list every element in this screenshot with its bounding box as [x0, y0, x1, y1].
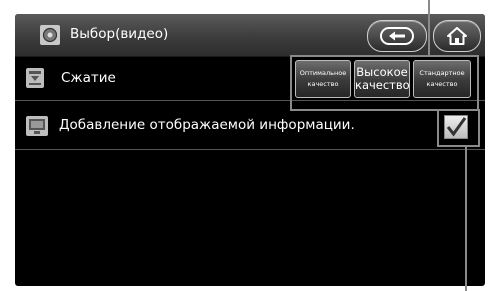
- back-arrow-icon: [380, 27, 414, 45]
- back-button[interactable]: [367, 20, 427, 52]
- checkbox-callout: [437, 109, 480, 147]
- callout-leader-line: [465, 146, 467, 291]
- compression-icon: [26, 68, 44, 88]
- callout-leader-line: [428, 0, 430, 56]
- page-title: Выбор(видео): [70, 26, 169, 42]
- home-icon: [447, 27, 467, 45]
- home-button[interactable]: [433, 20, 481, 52]
- compression-label: Сжатие: [61, 70, 116, 86]
- quality-buttons-callout: [290, 55, 479, 111]
- display-info-label: Добавление отображаемой информации.: [59, 117, 355, 133]
- display-info-icon: [26, 116, 48, 136]
- gear-icon: [40, 25, 60, 45]
- title-bar: Выбор(видео): [15, 14, 485, 57]
